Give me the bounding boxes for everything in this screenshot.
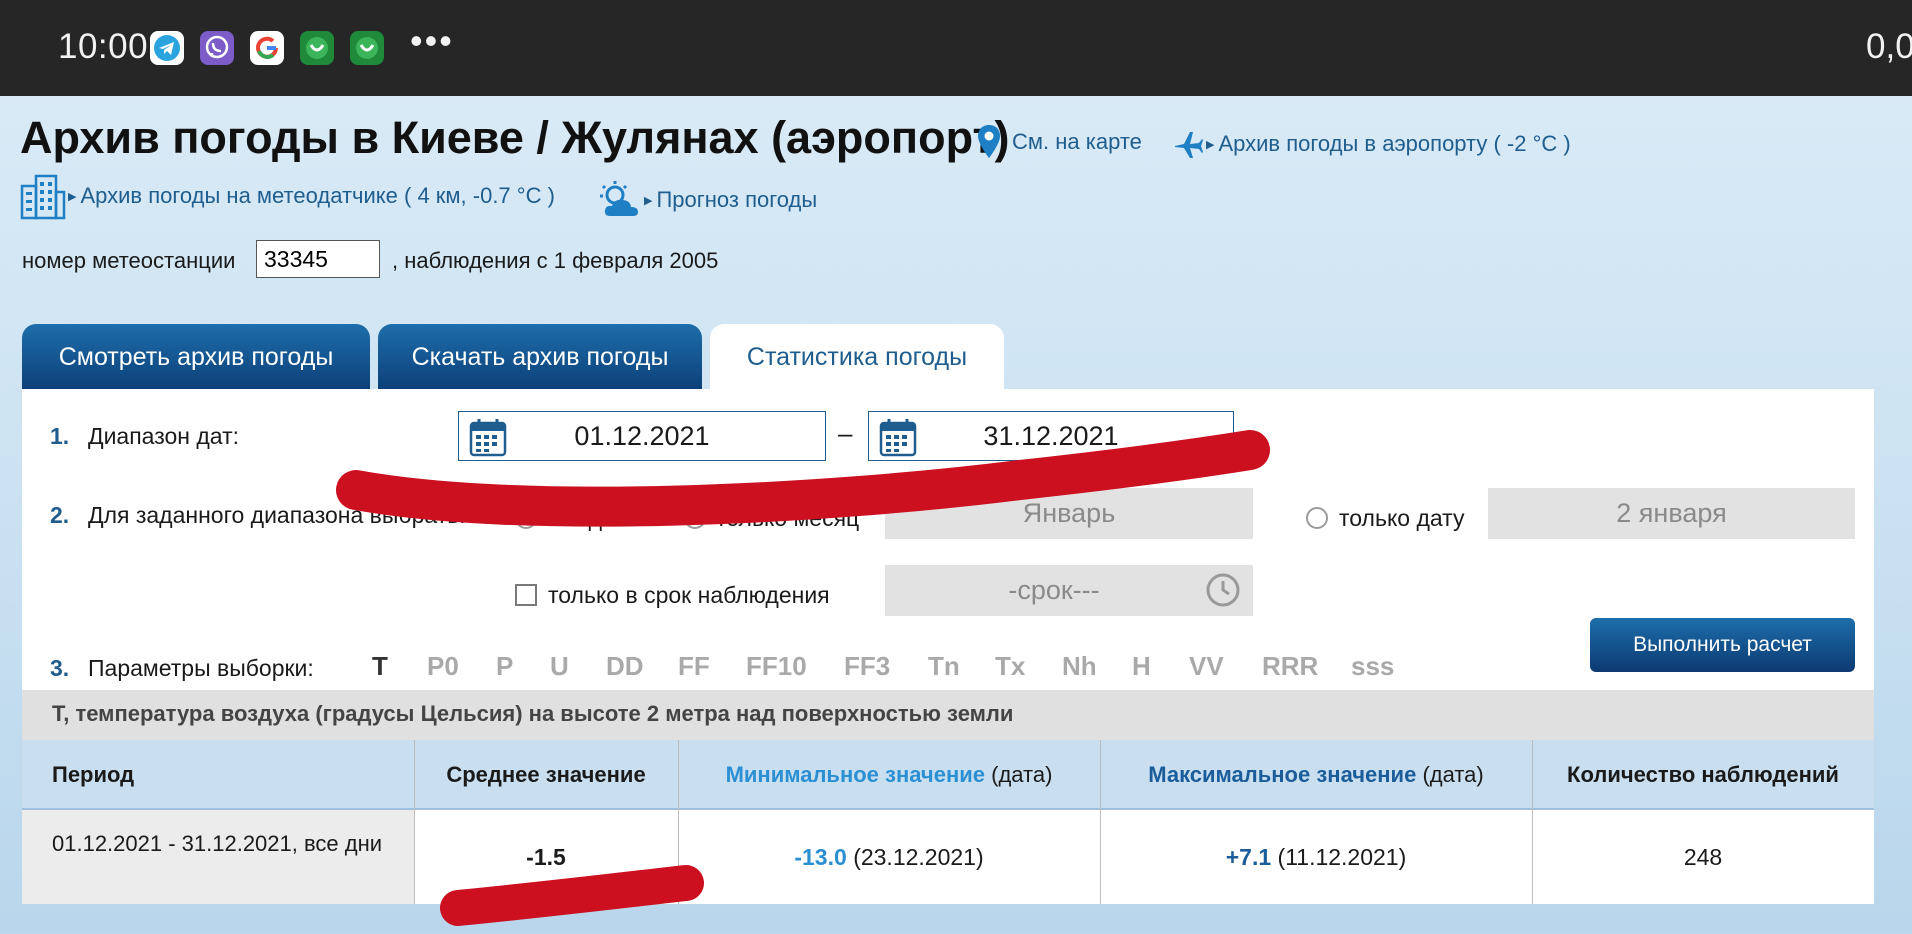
triangle-right-icon: ▶: [1206, 138, 1215, 151]
param-ff3[interactable]: FF3: [844, 651, 890, 682]
cell-min-value: -13.0: [794, 843, 847, 870]
whatsapp-icon: [350, 31, 384, 65]
param-vv[interactable]: VV: [1189, 651, 1224, 682]
status-bar: 10:00 ••• 0,0: [0, 0, 1912, 96]
parameter-description: Т, температура воздуха (градусы Цельсия)…: [22, 690, 1874, 740]
param-tn[interactable]: Tn: [928, 651, 960, 682]
column-divider: [414, 740, 415, 904]
param-p[interactable]: P: [496, 651, 513, 682]
map-link-label: См. на карте: [1012, 129, 1142, 154]
radio-only-date-label: только дату: [1339, 505, 1465, 531]
header-max-label: Максимальное значение: [1148, 762, 1417, 787]
sun-cloud-icon: [600, 181, 638, 216]
param-rrr[interactable]: RRR: [1262, 651, 1318, 682]
cell-period: 01.12.2021 - 31.12.2021, все дни: [22, 810, 414, 904]
term-select[interactable]: -срок---: [885, 565, 1253, 616]
param-sss[interactable]: sss: [1351, 651, 1394, 682]
step-3-number: 3.: [50, 655, 70, 681]
radio-all-days[interactable]: [515, 507, 537, 529]
cell-count: 248: [1683, 843, 1723, 870]
cell-mean: -1.5: [414, 810, 678, 904]
triangle-right-icon: ▶: [644, 194, 653, 207]
calculate-button[interactable]: Выполнить расчет: [1590, 618, 1855, 672]
station-number-input[interactable]: [256, 240, 380, 278]
sensor-archive-link-label: Архив погоды на метеодатчике ( 4 км, -0.…: [80, 183, 555, 208]
map-link[interactable]: См. на карте: [976, 124, 1142, 160]
date-from-field[interactable]: 01.12.2021: [458, 411, 826, 461]
google-icon: [250, 31, 284, 65]
cell-min: -13.0 (23.12.2021): [678, 810, 1100, 904]
sensor-archive-link[interactable]: ▶ Архив погоды на метеодатчике ( 4 км, -…: [20, 172, 555, 220]
telegram-icon: [150, 31, 184, 65]
radio-all-days-label: все дни: [546, 505, 628, 531]
tab-weather-statistics[interactable]: Статистика погоды: [710, 324, 1004, 390]
triangle-right-icon: ▶: [68, 190, 77, 203]
cell-max: +7.1 (11.12.2021): [1100, 810, 1532, 904]
radio-only-date[interactable]: [1306, 507, 1328, 529]
whatsapp-icon: [300, 31, 334, 65]
airplane-icon: [1175, 132, 1203, 158]
airport-archive-link-label: Архив погоды в аэропорту ( -2 °C ): [1218, 131, 1571, 156]
clock-icon: [1206, 573, 1240, 607]
param-dd[interactable]: DD: [606, 651, 644, 682]
column-divider: [1532, 740, 1533, 904]
date-to-value: 31.12.2021: [983, 421, 1119, 451]
map-pin-icon: [978, 125, 1000, 158]
param-nh[interactable]: Nh: [1062, 651, 1097, 682]
building-icon: [20, 174, 66, 220]
step-2-number: 2.: [50, 502, 70, 528]
date-from-value: 01.12.2021: [574, 421, 710, 451]
radio-only-month[interactable]: [684, 507, 706, 529]
viber-icon: [200, 31, 234, 65]
date-select[interactable]: 2 января: [1488, 488, 1855, 539]
param-ff[interactable]: FF: [678, 651, 710, 682]
status-time: 10:00: [58, 27, 149, 66]
param-tx[interactable]: Tx: [995, 651, 1025, 682]
term-select-value: -срок---: [1008, 575, 1100, 605]
only-term-label: только в срок наблюдения: [548, 582, 830, 608]
header-max: Максимальное значение (дата): [1100, 740, 1532, 810]
radio-only-month-label: только месяц: [716, 505, 860, 531]
step-1-number: 1.: [50, 423, 70, 449]
header-min-suffix: (дата): [991, 762, 1053, 787]
param-h[interactable]: H: [1132, 651, 1151, 682]
header-count: Количество наблюдений: [1567, 762, 1839, 787]
table-row: 01.12.2021 - 31.12.2021, все дни -1.5 -1…: [22, 810, 1874, 904]
cell-min-date: (23.12.2021): [853, 843, 984, 870]
forecast-link[interactable]: ▶ Прогноз погоды: [598, 180, 817, 220]
only-term-checkbox[interactable]: [515, 584, 537, 606]
tab-view-archive[interactable]: Смотреть архив погоды: [22, 324, 370, 390]
cell-mean-value: -1.5: [526, 843, 566, 870]
date-to-field[interactable]: 31.12.2021: [868, 411, 1234, 461]
airport-archive-link[interactable]: ▶ Архив погоды в аэропорту ( -2 °C ): [1172, 128, 1571, 160]
header-max-suffix: (дата): [1422, 762, 1484, 787]
params-label: Параметры выборки:: [88, 655, 314, 681]
param-p0[interactable]: P0: [427, 651, 459, 682]
result-table-header: Период Среднее значение Минимальное знач…: [22, 740, 1874, 810]
header-period: Период: [52, 762, 135, 787]
forecast-link-label: Прогноз погоды: [656, 187, 818, 212]
column-divider: [1100, 740, 1101, 904]
header-mean: Среднее значение: [446, 762, 646, 787]
column-divider: [678, 740, 679, 904]
param-u[interactable]: U: [550, 651, 569, 682]
date-range-separator: –: [838, 418, 853, 448]
observations-since-text: , наблюдения с 1 февраля 2005: [392, 248, 719, 273]
station-number-label: номер метеостанции: [22, 248, 236, 273]
page-title: Архив погоды в Киеве / Жулянах (аэропорт…: [20, 112, 1010, 163]
date-range-label: Диапазон дат:: [88, 423, 240, 449]
param-ff10[interactable]: FF10: [746, 651, 807, 682]
header-min-label: Минимальное значение: [725, 762, 985, 787]
cell-max-date: (11.12.2021): [1277, 843, 1407, 870]
range-select-label: Для заданного диапазона выбрать:: [88, 502, 466, 528]
status-network-speed: 0,0: [1866, 27, 1912, 66]
cell-max-value: +7.1: [1225, 843, 1272, 870]
tab-download-archive[interactable]: Скачать архив погоды: [378, 324, 702, 390]
month-select[interactable]: Январь: [885, 488, 1253, 539]
status-more-icon: •••: [410, 20, 454, 61]
param-t[interactable]: T: [372, 651, 388, 682]
header-min: Минимальное значение (дата): [678, 740, 1100, 810]
